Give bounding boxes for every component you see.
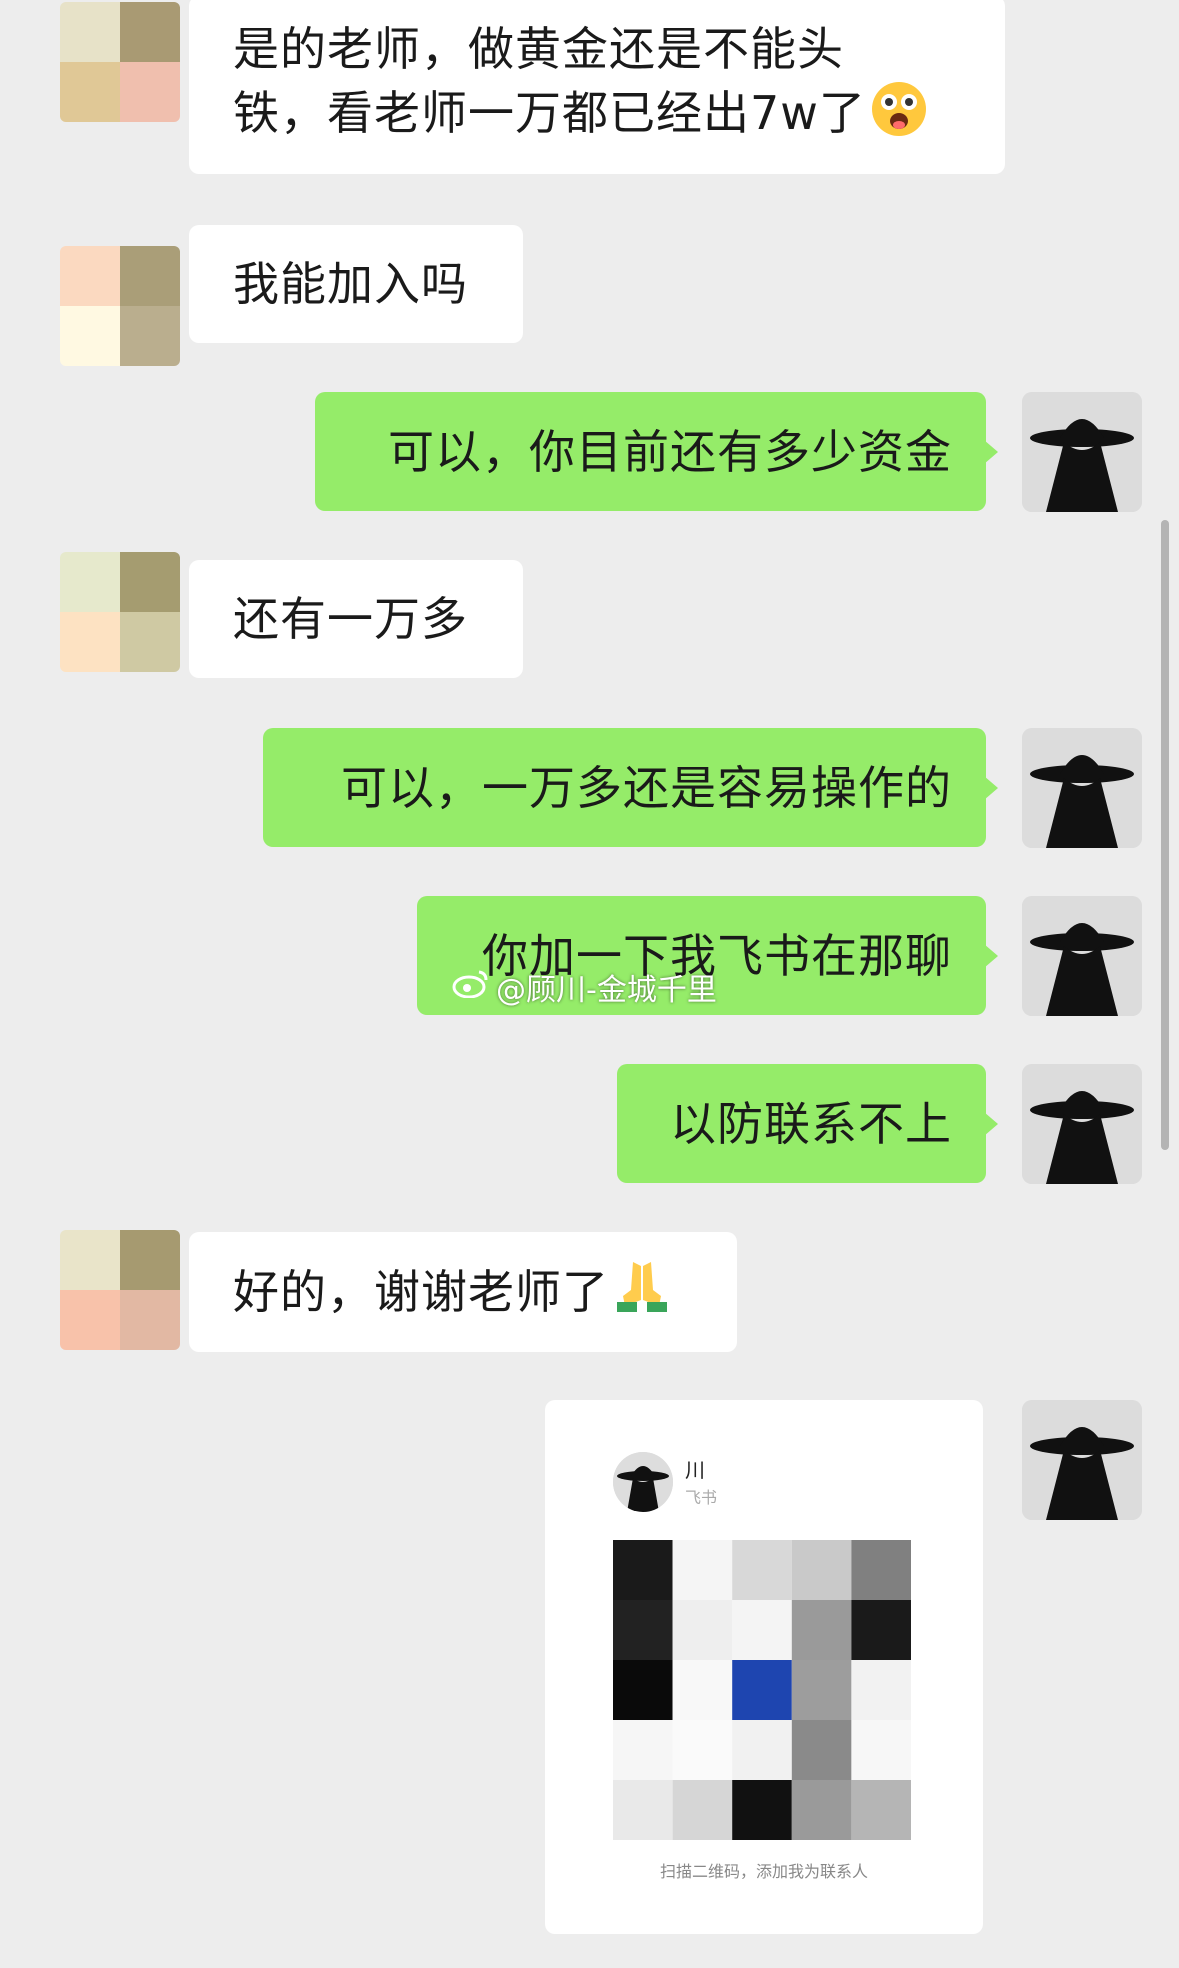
message-bubble[interactable]: 可以，一万多还是容易操作的 — [263, 728, 998, 847]
message-text: 可以，一万多还是容易操作的 — [341, 760, 952, 815]
avatar-tile — [120, 246, 180, 306]
avatar-tile — [60, 1230, 120, 1290]
contact-avatar[interactable] — [60, 2, 180, 122]
avatar-tile — [60, 552, 120, 612]
qr-cell — [732, 1660, 792, 1720]
qr-cell — [851, 1780, 911, 1840]
avatar-tile — [120, 552, 180, 612]
avatar-tile — [60, 2, 120, 62]
message-text: 还有一万多 — [233, 592, 468, 646]
contact-avatar[interactable] — [60, 1230, 180, 1350]
qr-cell — [672, 1720, 733, 1780]
avatar-tile — [120, 612, 180, 672]
message-line: 铁，看老师一万都已经出7w了 — [233, 80, 961, 153]
watermark: @顾川-金城千里 — [452, 965, 717, 1009]
qr-cell — [613, 1540, 673, 1600]
qr-cell — [672, 1660, 733, 1720]
avatar-tile — [120, 62, 180, 122]
qr-cell — [791, 1660, 852, 1720]
qr-cell — [613, 1720, 673, 1780]
qr-cell — [791, 1600, 852, 1660]
message-bubble[interactable]: 是的老师，做黄金还是不能头 铁，看老师一万都已经出7w了 — [189, 0, 1005, 174]
message-bubble[interactable]: 还有一万多 — [189, 560, 523, 678]
avatar-tile — [120, 1230, 180, 1290]
avatar-tile — [120, 2, 180, 62]
avatar-tile — [60, 1290, 120, 1350]
pray-emoji — [613, 1256, 671, 1329]
qr-cell — [672, 1540, 733, 1600]
watermark-text: @顾川-金城千里 — [496, 973, 717, 1008]
message-bubble[interactable]: 以防联系不上 — [617, 1064, 998, 1183]
contact-avatar[interactable] — [60, 552, 180, 672]
avatar-tile — [60, 612, 120, 672]
silhouette-icon — [1022, 896, 1142, 1016]
message-bubble[interactable]: 好的，谢谢老师了 — [189, 1232, 737, 1352]
qr-cell — [672, 1600, 733, 1660]
card-subtitle: 飞书 — [685, 1488, 718, 1507]
silhouette-icon — [1022, 1064, 1142, 1184]
qr-cell — [791, 1720, 852, 1780]
my-avatar[interactable] — [1022, 896, 1142, 1016]
my-avatar[interactable] — [1022, 1400, 1142, 1520]
avatar-tile — [60, 306, 120, 366]
weibo-icon — [452, 968, 490, 1006]
message-text: 可以，你目前还有多少资金 — [388, 424, 952, 479]
card-avatar — [613, 1452, 673, 1512]
qr-cell — [732, 1540, 792, 1600]
qr-cell — [732, 1600, 792, 1660]
silhouette-icon — [1022, 392, 1142, 512]
my-avatar[interactable] — [1022, 1064, 1142, 1184]
contact-avatar[interactable] — [60, 246, 180, 366]
qr-cell — [791, 1540, 852, 1600]
my-avatar[interactable] — [1022, 728, 1142, 848]
silhouette-icon — [1022, 1400, 1142, 1520]
message-bubble[interactable]: 可以，你目前还有多少资金 — [315, 392, 998, 511]
qr-cell — [851, 1600, 911, 1660]
qr-cell — [613, 1600, 673, 1660]
message-text: 以防联系不上 — [670, 1096, 952, 1151]
qr-cell — [851, 1720, 911, 1780]
card-name: 川 — [685, 1458, 705, 1482]
qr-cell — [613, 1660, 673, 1720]
qr-cell — [851, 1540, 911, 1600]
face-emoji — [870, 80, 928, 153]
card-caption: 扫描二维码，添加我为联系人 — [659, 1862, 868, 1881]
qr-cell — [851, 1660, 911, 1720]
avatar-tile — [120, 306, 180, 366]
qr-cell — [791, 1780, 852, 1840]
qr-code[interactable] — [613, 1540, 911, 1840]
message-text: 我能加入吗 — [233, 257, 468, 311]
avatar-tile — [60, 246, 120, 306]
silhouette-icon — [1022, 728, 1142, 848]
scrollbar[interactable] — [1161, 520, 1169, 1150]
my-avatar[interactable] — [1022, 392, 1142, 512]
qr-cell — [732, 1780, 792, 1840]
qr-cell — [672, 1780, 733, 1840]
avatar-tile — [60, 62, 120, 122]
qr-cell — [732, 1720, 792, 1780]
avatar-tile — [120, 1290, 180, 1350]
qr-cell — [613, 1780, 673, 1840]
contact-card[interactable]: 川 飞书 扫描二维码，添加我为联系人 — [545, 1400, 983, 1934]
message-line: 是的老师，做黄金还是不能头 — [233, 22, 844, 76]
message-text: 好的，谢谢老师了 — [233, 1265, 609, 1319]
message-bubble[interactable]: 我能加入吗 — [189, 225, 523, 343]
